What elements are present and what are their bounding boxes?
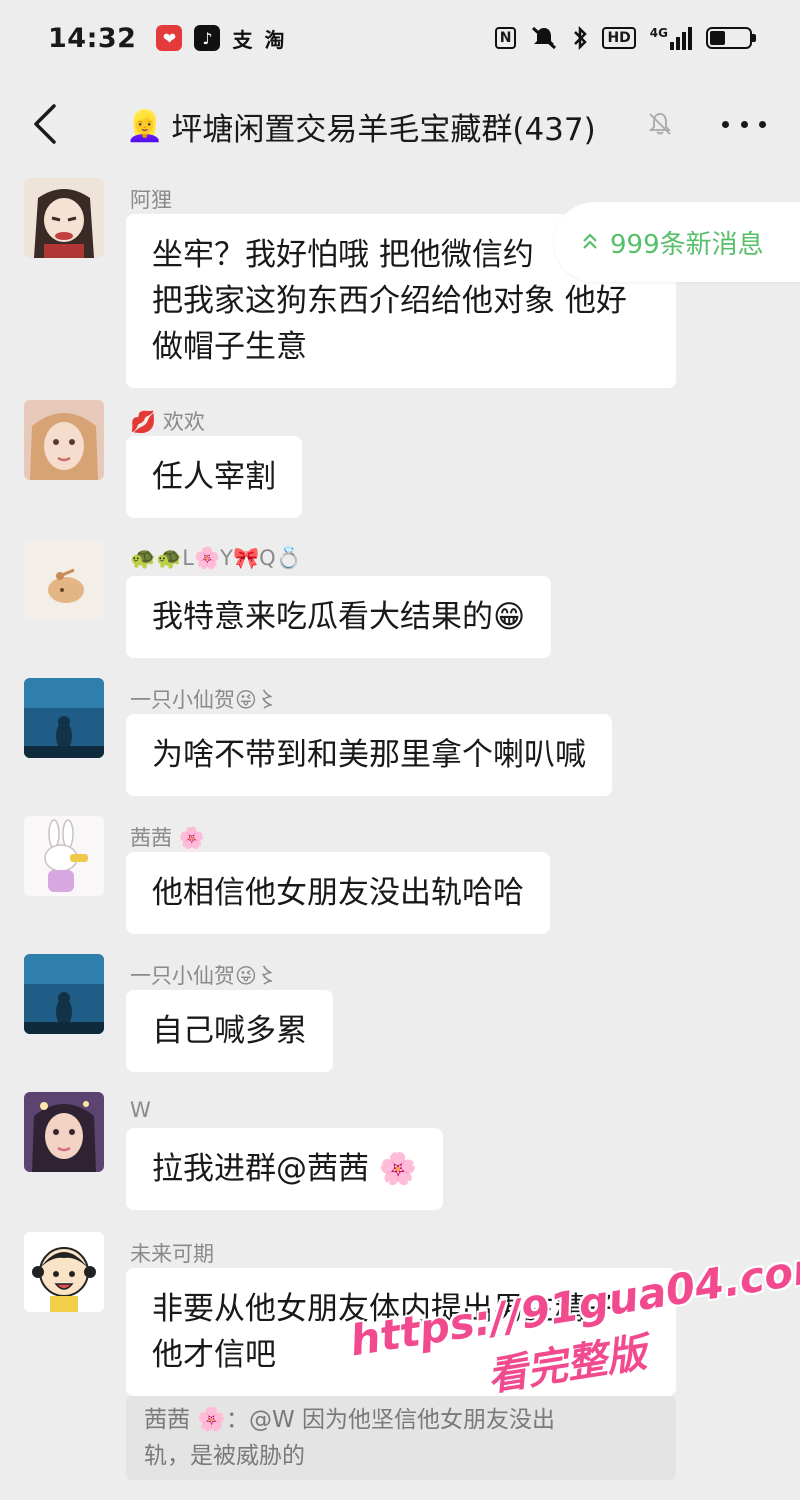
message-bubble[interactable]: 任人宰割: [126, 436, 302, 518]
signal-bar: [676, 36, 680, 50]
message-bubble[interactable]: 自己喊多累: [126, 990, 333, 1072]
photo-avatar-icon: [24, 400, 104, 480]
network-type-label: 4G: [649, 25, 668, 40]
title-emoji: 👱‍♀️: [126, 109, 164, 144]
dot-icon: [759, 120, 766, 128]
avatar[interactable]: [24, 816, 104, 896]
anime-avatar-icon: [24, 178, 104, 258]
avatar[interactable]: [24, 954, 104, 1034]
avatar[interactable]: [24, 1232, 104, 1312]
alipay-icon: 支: [232, 27, 253, 52]
message-bubble[interactable]: 我特意来吃瓜看大结果的😁: [126, 576, 552, 658]
mute-vibrate-icon: [532, 26, 557, 50]
avatar[interactable]: [24, 678, 104, 758]
double-chevron-up-icon: [583, 233, 597, 249]
muted-bell-icon: [648, 113, 672, 135]
sender-name: 💋 欢欢: [130, 410, 205, 434]
signal-bar: [682, 31, 686, 50]
message-bubble[interactable]: 他相信他女朋友没出轨哈哈: [126, 852, 550, 934]
kid-avatar-icon: [24, 1232, 104, 1312]
sender-name: W: [130, 1098, 151, 1122]
signal-bar: [688, 26, 692, 50]
new-messages-label: 999条新消息: [610, 229, 764, 260]
avatar[interactable]: [24, 1092, 104, 1172]
nfc-icon: N: [494, 27, 517, 49]
back-button[interactable]: [26, 100, 66, 148]
sender-name: 阿狸: [130, 188, 172, 212]
message-bubble[interactable]: 非要从他女朋友体内提出男主精子 他才信吧: [126, 1268, 676, 1396]
group-name: 坪塘闲置交易羊毛宝藏群(437): [171, 112, 596, 148]
status-time: 14:32: [48, 22, 137, 54]
cartoon-avatar-icon: [24, 540, 104, 620]
sender-name: 🐢🐢L🌸Y🎀Q💍: [130, 546, 302, 570]
avatar[interactable]: [24, 540, 104, 620]
group-title: 👱‍♀️ 坪塘闲置交易羊毛宝藏群(437): [126, 104, 596, 149]
aquarium-avatar-icon: [24, 954, 104, 1034]
hd-icon: HD: [602, 27, 636, 49]
signal-bar: [670, 41, 674, 50]
sender-name: 茜茜 🌸: [130, 826, 205, 850]
system-indicators: N HD 4G: [494, 25, 756, 51]
avatar[interactable]: [24, 178, 104, 258]
bluetooth-icon: [574, 26, 588, 50]
battery-fill: [710, 31, 726, 45]
avatar[interactable]: [24, 400, 104, 480]
taobao-icon: 淘: [264, 27, 285, 52]
sender-name: 一只小仙贺😜〻: [130, 688, 278, 712]
xiaohongshu-icon: ❤: [156, 25, 183, 51]
battery-icon: [706, 27, 756, 49]
new-messages-button[interactable]: 999条新消息: [554, 202, 800, 282]
sender-name: 一只小仙贺😜〻: [130, 964, 278, 988]
girl-avatar-icon: [24, 1092, 104, 1172]
chat-header: 👱‍♀️ 坪塘闲置交易羊毛宝藏群(437): [0, 76, 800, 172]
more-options-button[interactable]: [722, 106, 766, 142]
dot-icon: [722, 120, 729, 128]
message-bubble[interactable]: 拉我进群@茜茜 🌸: [126, 1128, 444, 1210]
dot-icon: [740, 120, 748, 128]
message-bubble[interactable]: 为啥不带到和美那里拿个喇叭喊: [126, 714, 612, 796]
chevron-left-icon: [34, 104, 56, 144]
tiktok-icon: ♪: [194, 25, 221, 51]
rabbit-avatar-icon: [24, 816, 104, 896]
status-bar: 14:32 ❤ ♪ 支 淘 N HD 4G: [0, 0, 800, 76]
sender-name: 未来可期: [130, 1242, 214, 1266]
notification-app-icons: ❤ ♪ 支 淘: [156, 25, 285, 52]
quoted-reply[interactable]: 茜茜 🌸：@W 因为他坚信他女朋友没出 轨，是被威胁的: [126, 1396, 676, 1480]
aquarium-avatar-icon: [24, 678, 104, 758]
network-icon: 4G: [649, 25, 692, 50]
